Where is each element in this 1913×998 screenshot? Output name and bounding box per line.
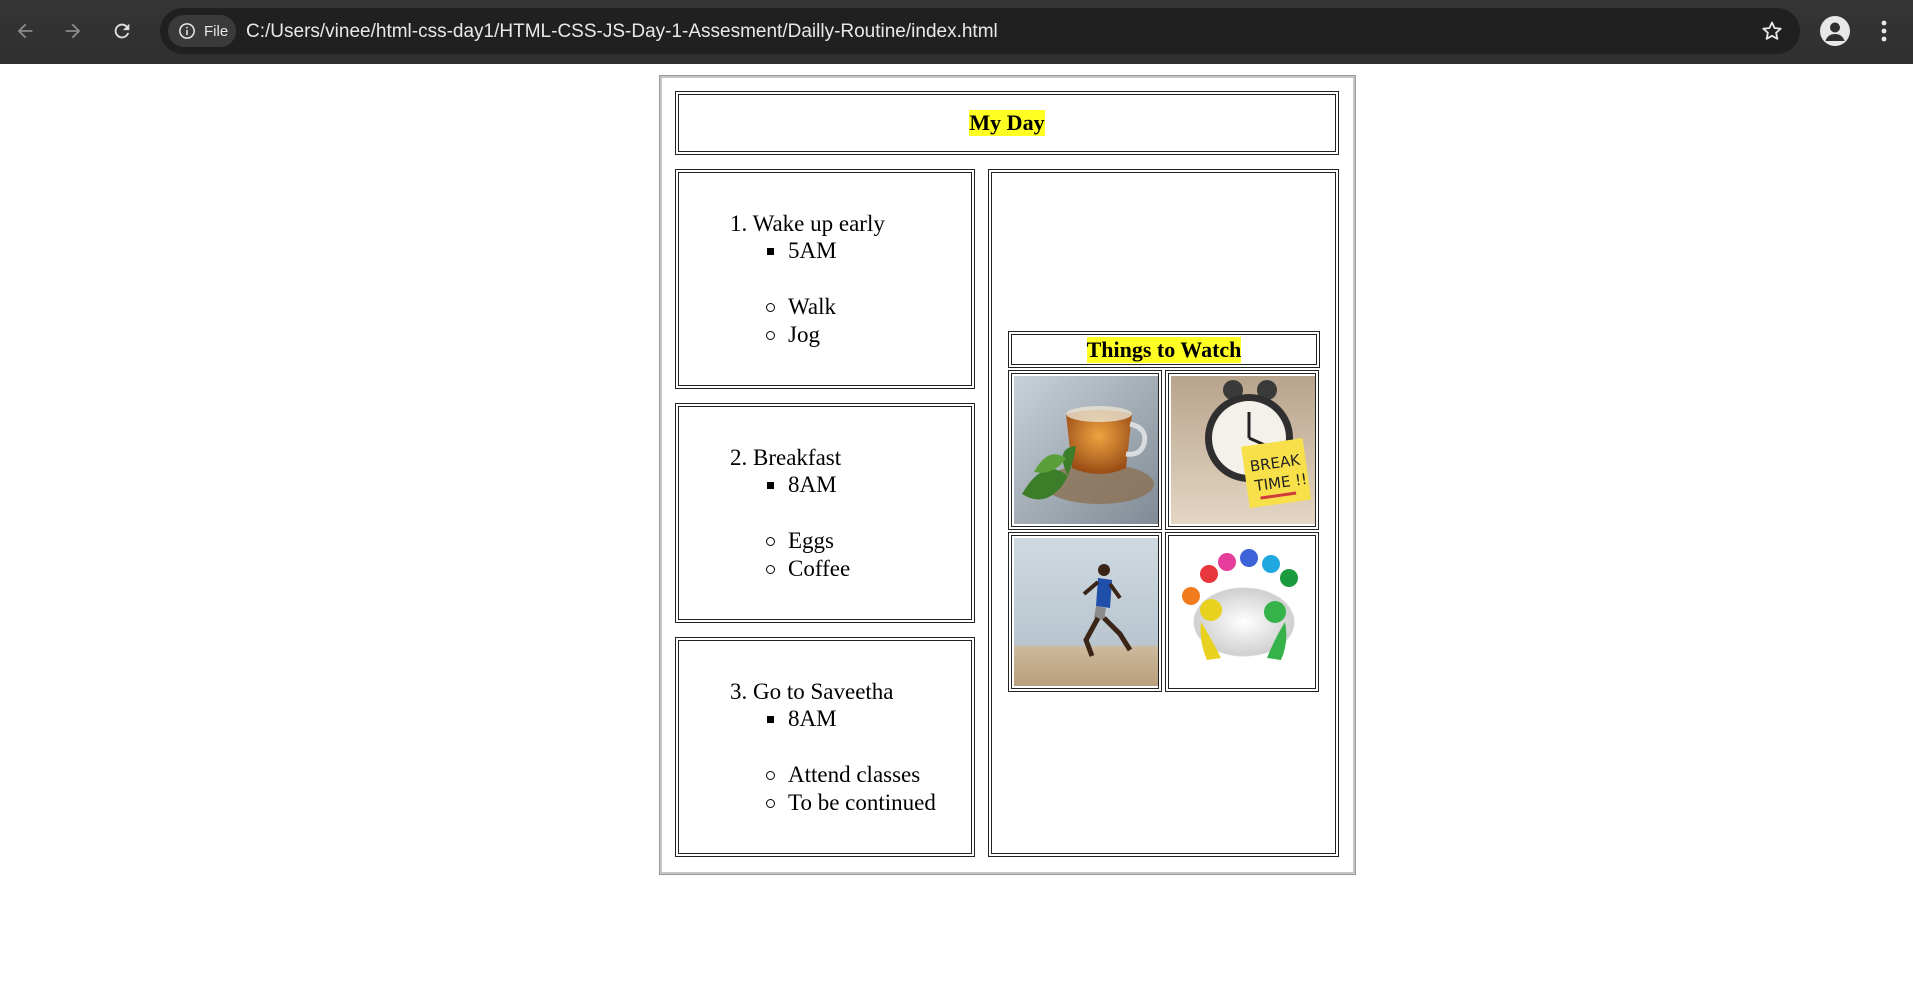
circle-bullet: [766, 537, 775, 546]
circle-bullet: [766, 303, 775, 312]
activity-item: Attend classes: [766, 762, 921, 788]
routine-time-text: 8AM: [788, 706, 837, 731]
routine-cell: 1. Wake up early 5AM Walk Jog: [675, 169, 975, 389]
routine-cell: 2. Breakfast 8AM Eggs Coffee: [675, 403, 975, 623]
routine-time: 8AM: [767, 472, 837, 498]
activity-item: To be continued: [766, 790, 936, 816]
activity-item: Walk: [766, 294, 836, 320]
break-time-clock-image: BREAK TIME !!: [1171, 376, 1315, 524]
runner-image-cell: [1008, 532, 1162, 692]
circle-bullet: [766, 771, 775, 780]
square-bullet: [767, 716, 774, 723]
routine-item: 3. Go to Saveetha: [730, 679, 894, 704]
page-title: My Day: [969, 110, 1045, 136]
star-icon[interactable]: [1760, 19, 1784, 43]
break-time-image-cell: BREAK TIME !!: [1165, 370, 1319, 530]
circle-bullet: [766, 799, 775, 808]
site-chip-label: File: [204, 22, 229, 40]
activity-text: To be continued: [788, 790, 936, 815]
activity-text: Attend classes: [788, 762, 921, 787]
activity-text: Eggs: [788, 528, 834, 553]
site-info-chip[interactable]: File: [168, 15, 236, 47]
browser-toolbar: File C:/Users/vinee/html-css-day1/HTML-C…: [0, 0, 1913, 64]
routine-time-text: 8AM: [788, 472, 837, 497]
profile-icon[interactable]: [1820, 16, 1850, 46]
activity-item: Jog: [766, 322, 820, 348]
activity-text: Jog: [788, 322, 820, 347]
activity-item: Coffee: [766, 556, 851, 582]
header-cell: My Day: [675, 91, 1339, 155]
circle-bullet: [766, 565, 775, 574]
team-meeting-image-cell: [1165, 532, 1319, 692]
activity-text: Coffee: [788, 556, 851, 581]
team-meeting-image: [1171, 538, 1315, 686]
watch-title: Things to Watch: [1086, 336, 1242, 363]
routine-item: 1. Wake up early: [730, 211, 885, 236]
runner-image: [1014, 538, 1158, 686]
arrow-left-icon: [17, 23, 33, 39]
routine-time: 8AM: [767, 706, 837, 732]
routine-time: 5AM: [767, 238, 837, 264]
routine-item: 2. Breakfast: [730, 445, 842, 470]
watch-title-cell: Things to Watch: [1008, 331, 1320, 368]
address-bar[interactable]: File C:/Users/vinee/html-css-day1/HTML-C…: [160, 8, 1800, 54]
reload-icon: [114, 23, 130, 39]
info-icon: [179, 23, 195, 39]
activity-item: Eggs: [766, 528, 834, 554]
activity-text: Walk: [788, 294, 836, 319]
reload-button[interactable]: [106, 15, 138, 47]
arrow-right-icon: [65, 23, 81, 39]
square-bullet: [767, 482, 774, 489]
tea-image-cell: [1008, 370, 1162, 530]
kebab-menu-icon[interactable]: [1874, 16, 1894, 46]
tea-image: [1014, 376, 1158, 524]
circle-bullet: [766, 331, 775, 340]
url-text[interactable]: C:/Users/vinee/html-css-day1/HTML-CSS-JS…: [246, 21, 998, 43]
routine-time-text: 5AM: [788, 238, 837, 263]
forward-button[interactable]: [57, 15, 89, 47]
routine-cell: 3. Go to Saveetha 8AM Attend classes To …: [675, 637, 975, 857]
back-button[interactable]: [9, 15, 41, 47]
square-bullet: [767, 248, 774, 255]
